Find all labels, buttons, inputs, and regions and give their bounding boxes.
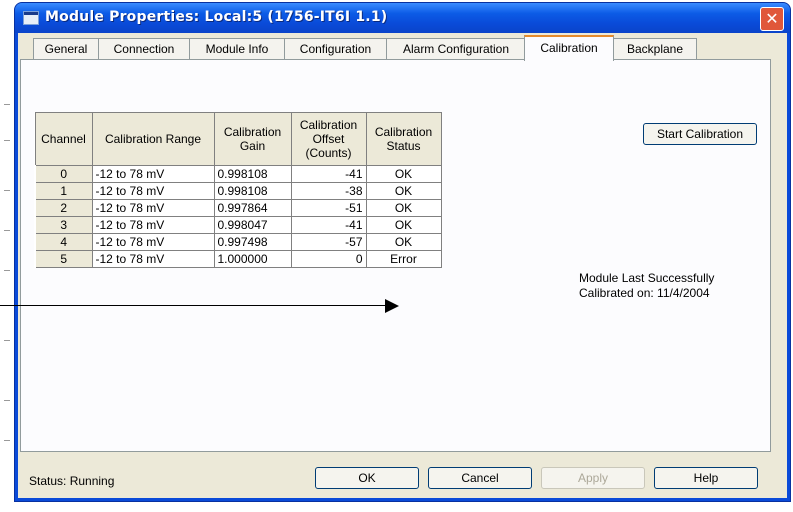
background-tick — [4, 104, 10, 105]
background-tick — [4, 440, 10, 441]
table-row[interactable]: 5 -12 to 78 mV 1.000000 0 Error — [34, 250, 442, 268]
window-icon — [23, 11, 39, 25]
header-label: Status — [386, 139, 421, 153]
gain-cell[interactable]: 0.997498 — [213, 233, 292, 251]
channel-cell[interactable]: 3 — [34, 216, 93, 234]
annotation-arrow-line — [0, 305, 388, 306]
range-cell[interactable]: -12 to 78 mV — [91, 233, 215, 251]
status-cell[interactable]: OK — [365, 199, 442, 217]
channel-cell[interactable]: 5 — [34, 250, 93, 268]
range-cell[interactable]: -12 to 78 mV — [91, 182, 215, 200]
range-cell[interactable]: -12 to 78 mV — [91, 250, 215, 268]
window-title: Module Properties: Local:5 (1756-IT6I 1.… — [45, 9, 388, 25]
ok-button[interactable]: OK — [315, 467, 419, 489]
title-bar[interactable]: Module Properties: Local:5 (1756-IT6I 1.… — [15, 3, 790, 33]
gain-cell[interactable]: 0.998108 — [213, 182, 292, 200]
channel-cell[interactable]: 4 — [34, 233, 93, 251]
calibration-table: Channel Calibration Range Calibration Gai… — [34, 112, 442, 268]
table-row[interactable]: 2 -12 to 78 mV 0.997864 -51 OK — [34, 199, 442, 217]
column-header-offset[interactable]: Calibration Offset (Counts) — [290, 112, 367, 166]
cancel-button[interactable]: Cancel — [428, 467, 532, 489]
column-header-status[interactable]: Calibration Status — [365, 112, 442, 166]
table-row[interactable]: 1 -12 to 78 mV 0.998108 -38 OK — [34, 182, 442, 200]
start-calibration-button[interactable]: Start Calibration — [643, 123, 757, 145]
offset-cell[interactable]: -57 — [290, 233, 367, 251]
last-calibration-info: Module Last Successfully Calibrated on: … — [579, 271, 714, 301]
range-cell[interactable]: -12 to 78 mV — [91, 216, 215, 234]
channel-cell[interactable]: 2 — [34, 199, 93, 217]
close-icon: ✕ — [765, 9, 779, 28]
offset-cell[interactable]: -38 — [290, 182, 367, 200]
annotation-arrow-head-icon — [385, 299, 399, 313]
help-button[interactable]: Help — [654, 467, 758, 489]
table-row[interactable]: 4 -12 to 78 mV 0.997498 -57 OK — [34, 233, 442, 251]
header-label: Channel — [41, 132, 86, 146]
header-label: Calibration — [223, 125, 282, 139]
offset-cell[interactable]: -41 — [290, 216, 367, 234]
status-cell[interactable]: OK — [365, 182, 442, 200]
channel-cell[interactable]: 1 — [34, 182, 93, 200]
background-tick — [4, 190, 10, 191]
tab-module-info[interactable]: Module Info — [189, 38, 285, 59]
offset-cell[interactable]: 0 — [290, 250, 367, 268]
range-cell[interactable]: -12 to 78 mV — [91, 165, 215, 183]
last-calibration-line2: Calibrated on: 11/4/2004 — [579, 286, 710, 300]
header-label: Offset — [312, 132, 345, 146]
column-header-gain[interactable]: Calibration Gain — [213, 112, 292, 166]
background-tick — [4, 270, 10, 271]
apply-button[interactable]: Apply — [541, 467, 645, 489]
header-label: Gain — [239, 139, 266, 153]
background-tick — [4, 400, 10, 401]
range-cell[interactable]: -12 to 78 mV — [91, 199, 215, 217]
status-cell[interactable]: Error — [365, 250, 442, 268]
tab-configuration[interactable]: Configuration — [284, 38, 387, 59]
column-header-range[interactable]: Calibration Range — [91, 112, 215, 166]
tab-alarm-configuration[interactable]: Alarm Configuration — [386, 38, 526, 59]
tab-calibration[interactable]: Calibration — [524, 35, 614, 61]
tab-backplane[interactable]: Backplane — [613, 38, 697, 59]
header-label: Calibration — [299, 118, 358, 132]
background-tick — [4, 230, 10, 231]
table-row[interactable]: 3 -12 to 78 mV 0.998047 -41 OK — [34, 216, 442, 234]
header-label: Calibration — [374, 125, 433, 139]
close-button[interactable]: ✕ — [760, 7, 784, 31]
column-header-channel[interactable]: Channel — [34, 112, 93, 166]
background-tick — [4, 140, 10, 141]
offset-cell[interactable]: -41 — [290, 165, 367, 183]
header-label: Calibration Range — [104, 132, 202, 146]
status-text: Status: Running — [29, 474, 115, 488]
tab-general[interactable]: General — [33, 38, 99, 59]
status-cell[interactable]: OK — [365, 216, 442, 234]
gain-cell[interactable]: 0.998047 — [213, 216, 292, 234]
offset-cell[interactable]: -51 — [290, 199, 367, 217]
last-calibration-line1: Module Last Successfully — [579, 271, 715, 285]
gain-cell[interactable]: 1.000000 — [213, 250, 292, 268]
header-label: (Counts) — [305, 146, 352, 160]
table-row[interactable]: 0 -12 to 78 mV 0.998108 -41 OK — [34, 165, 442, 183]
status-cell[interactable]: OK — [365, 233, 442, 251]
background-tick — [4, 340, 10, 341]
gain-cell[interactable]: 0.998108 — [213, 165, 292, 183]
gain-cell[interactable]: 0.997864 — [213, 199, 292, 217]
status-cell[interactable]: OK — [365, 165, 442, 183]
channel-cell[interactable]: 0 — [34, 165, 93, 183]
tab-connection[interactable]: Connection — [98, 38, 190, 59]
